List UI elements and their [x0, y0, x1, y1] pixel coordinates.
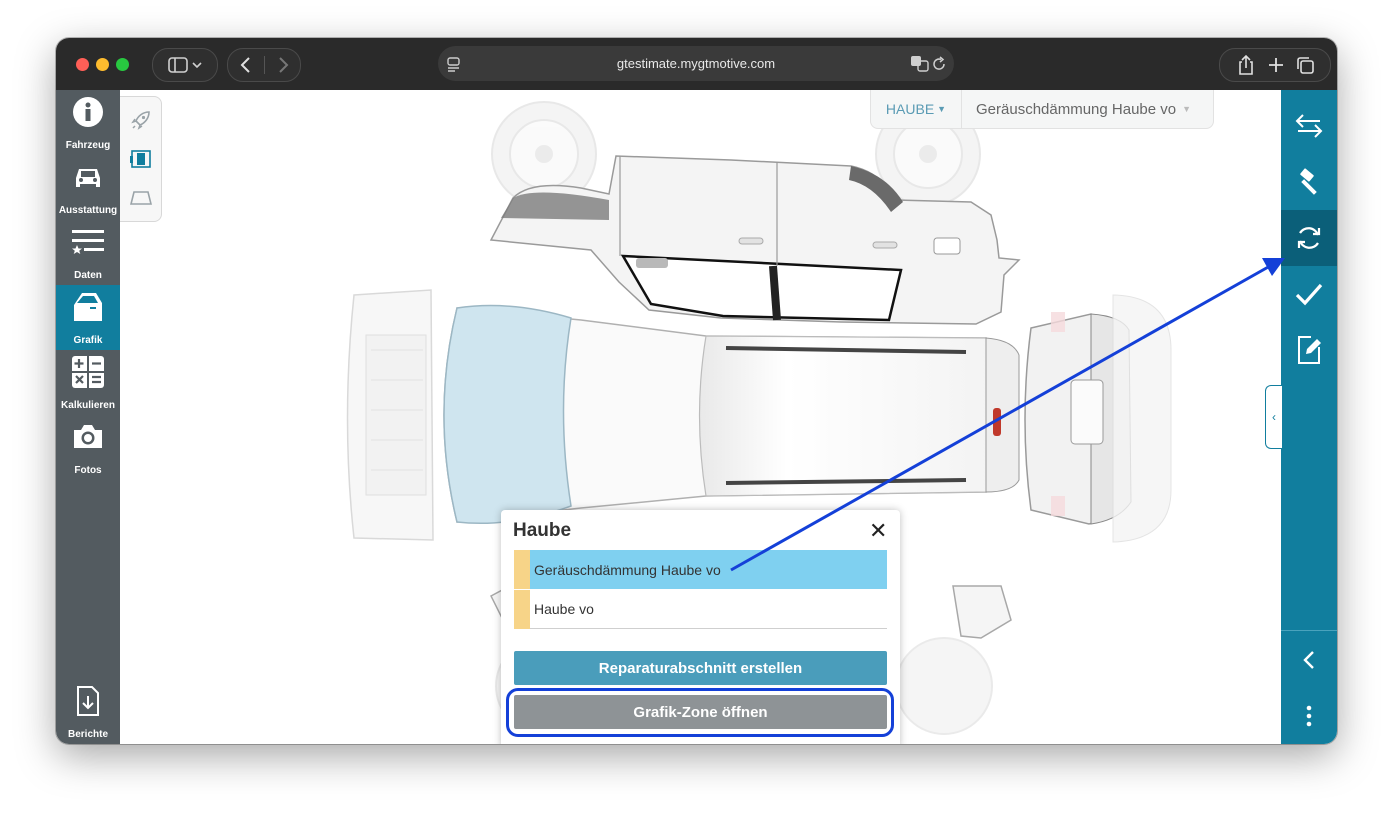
annotation-arrow-line — [730, 264, 1271, 572]
annotation-highlight-ring — [506, 688, 894, 737]
